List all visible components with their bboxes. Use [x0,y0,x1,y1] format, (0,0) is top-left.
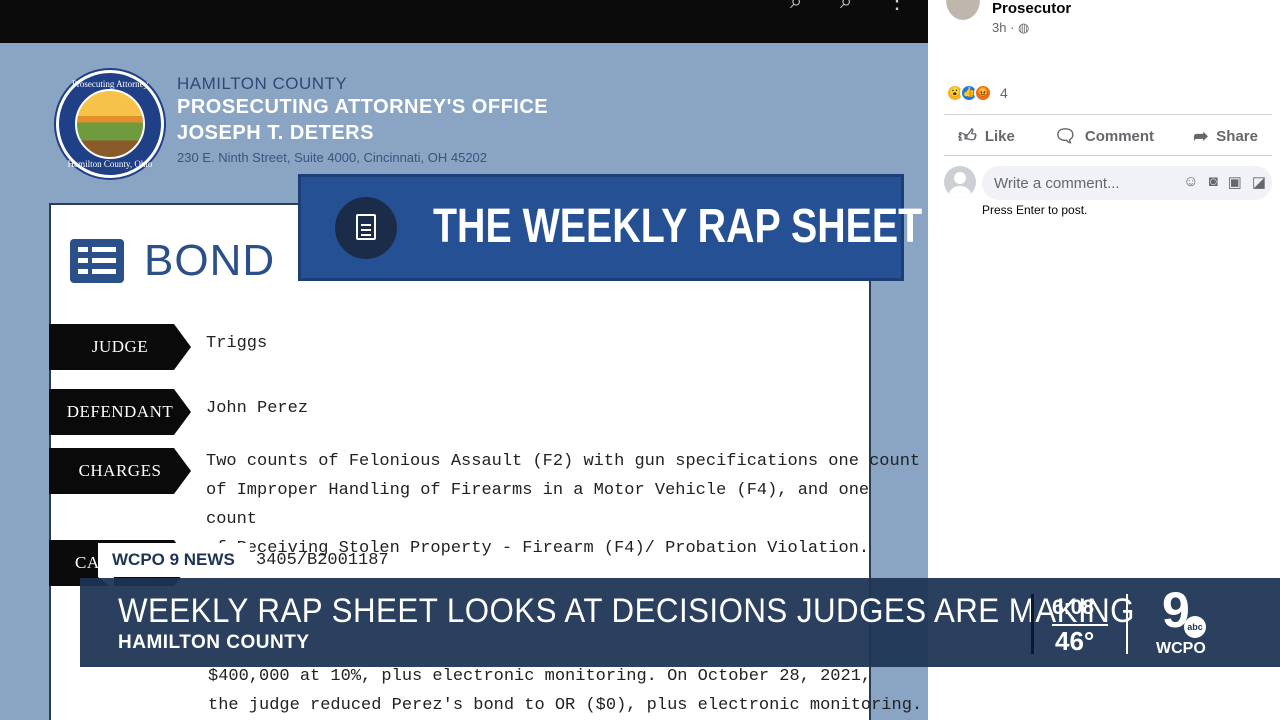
comment-label: Comment [1084,127,1155,145]
reactions-summary[interactable]: 😮 👍 😡 4 [946,84,1008,102]
lower-third: WEEKLY RAP SHEET LOOKS AT DECISIONS JUDG… [80,578,1280,667]
camera-icon[interactable]: ◙ [1209,173,1218,191]
more-icon[interactable]: ⋮ [886,0,908,14]
share-button[interactable]: ➦ Share [1179,118,1272,154]
defendant-value: John Perez [206,399,309,418]
temperature: 46° [1055,626,1095,656]
post-meta: 3h · ◍ [992,20,1029,36]
station-logo: 9 abc WCPO [1156,582,1218,658]
post-time[interactable]: 3h · [992,20,1018,35]
emoji-icon[interactable]: ☺ [1183,173,1198,191]
section-title: BOND [144,236,276,285]
tag-charges: CHARGES [49,448,191,494]
office-person: JOSEPH T. DETERS [177,122,374,144]
county-seal: Prosecuting Attorney Hamilton County, Oh… [56,70,164,178]
sticker-icon[interactable]: ◪ [1252,173,1266,191]
charges-line: of Improper Handling of Firearms in a Mo… [206,481,870,529]
divider [944,114,1272,115]
divider [944,155,1272,156]
divider [1031,594,1034,654]
news-brand-tab: WCPO 9 NEWS [98,543,250,577]
document-icon [335,197,397,259]
bond-heading: BOND [70,233,275,289]
logo-brand: WCPO [1156,640,1206,657]
news-brand-label: WCPO 9 NEWS [112,550,235,569]
zoom-icon[interactable]: ⌕ [840,0,852,14]
like-label: Like [984,127,1015,145]
seal-landscape [75,89,145,159]
bond-details: $400,000 at 10%, plus electronic monitor… [208,662,922,720]
office-address: 230 E. Ninth Street, Suite 4000, Cincinn… [177,150,488,165]
bond-line: the judge reduced Perez's bond to OR ($0… [208,696,923,715]
image-toolbar: ⌕ ⌕ ⋮ [0,0,928,43]
author-avatar[interactable] [946,0,980,20]
tag-judge: JUDGE [49,324,191,370]
tag-defendant: DEFENDANT [49,389,191,435]
document-list-icon [70,239,124,283]
angry-reaction-icon: 😡 [974,84,992,102]
composer-tools: ☺ ◙ ▣ ◪ [1183,173,1266,191]
charges-line: Two counts of Felonious Assault (F2) wit… [206,452,921,471]
globe-icon: ◍ [1018,20,1030,35]
like-button[interactable]: 👍︎ Like [944,118,1029,154]
headline: WEEKLY RAP SHEET LOOKS AT DECISIONS JUDG… [118,592,1135,630]
judge-value: Triggs [206,334,268,353]
seal-bottom-text: Hamilton County, Ohio [67,159,153,169]
abc-logo-icon: abc [1184,616,1206,638]
subheadline: HAMILTON COUNTY [118,632,310,653]
divider [1126,594,1128,654]
thumbs-up-icon: 👍︎ [958,126,977,146]
gif-icon[interactable]: ▣ [1228,173,1242,191]
office-county: HAMILTON COUNTY [177,74,348,93]
press-enter-hint: Press Enter to post. [982,203,1088,217]
case-value: 3405/B2001187 [256,551,389,570]
office-header: HAMILTON COUNTY PROSECUTING ATTORNEY'S O… [177,74,548,165]
seal-top-text: Prosecuting Attorney [71,79,149,89]
current-user-avatar[interactable] [944,166,976,198]
search-icon[interactable]: ⌕ [790,0,802,14]
office-name: PROSECUTING ATTORNEY'S OFFICE [177,96,549,118]
comment-button[interactable]: 🗨︎ Comment [1040,118,1168,154]
share-icon: ➦ [1193,125,1209,146]
reaction-count[interactable]: 4 [1000,85,1008,101]
share-label: Share [1216,127,1258,145]
comment-icon: 🗨︎ [1054,125,1077,146]
banner-title: THE WEEKLY RAP SHEET [433,200,923,253]
comment-composer: ☺ ◙ ▣ ◪ [982,166,1272,200]
comment-input[interactable] [982,166,1152,200]
rap-sheet-banner: THE WEEKLY RAP SHEET [298,174,922,281]
post-author[interactable]: Prosecutor [992,0,1071,17]
clock: 6:08 [1052,596,1095,619]
post-actions: 👍︎ Like 🗨︎ Comment ➦ Share [944,118,1272,154]
